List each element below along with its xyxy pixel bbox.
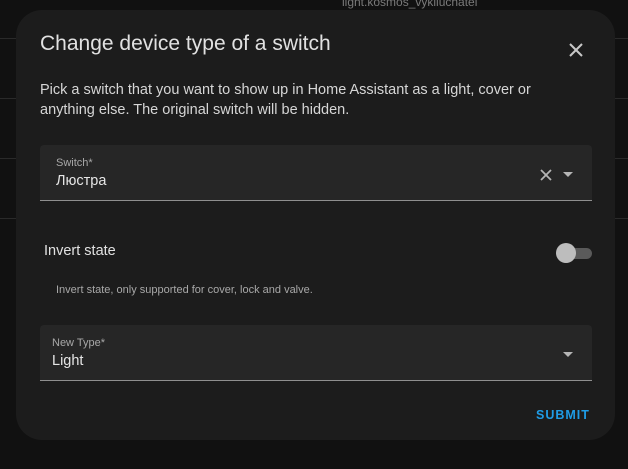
switch-field-label: Switch*: [56, 157, 93, 169]
toggle-thumb: [556, 243, 576, 263]
switch-select-field[interactable]: Switch* Люстра: [40, 145, 592, 201]
submit-button[interactable]: SUBMIT: [536, 408, 590, 422]
new-type-select-field[interactable]: New Type* Light: [40, 325, 592, 381]
invert-state-toggle[interactable]: [556, 243, 594, 263]
clear-icon[interactable]: [539, 168, 553, 182]
new-type-field-value: Light: [52, 353, 84, 369]
switch-field-value: Люстра: [56, 173, 107, 189]
new-type-field-label: New Type*: [52, 337, 105, 349]
close-button[interactable]: [562, 36, 590, 64]
change-device-type-dialog: Change device type of a switch Pick a sw…: [16, 10, 615, 440]
invert-state-helper: Invert state, only supported for cover, …: [56, 284, 313, 296]
invert-state-label: Invert state: [44, 243, 116, 259]
dialog-description: Pick a switch that you want to show up i…: [40, 82, 531, 118]
close-icon: [569, 43, 583, 57]
dialog-title: Change device type of a switch: [40, 32, 331, 55]
background-entity-text: light.kosmos_vykliuchatel: [342, 0, 478, 9]
dropdown-arrow-icon[interactable]: [563, 172, 573, 177]
dropdown-arrow-icon[interactable]: [563, 352, 573, 357]
